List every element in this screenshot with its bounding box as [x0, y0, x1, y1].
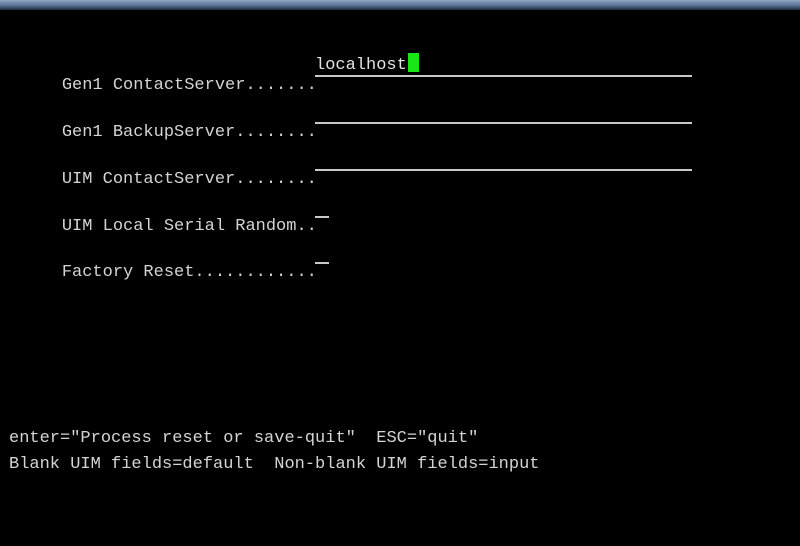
uim-local-serial-random-input[interactable] [315, 194, 329, 218]
text-cursor [407, 53, 419, 72]
uim-contact-server-label: UIM ContactServer........ [61, 170, 317, 189]
form-row-uim-local-serial-random: UIM Local Serial Random.. [21, 194, 329, 236]
gen1-contact-server-label: Gen1 ContactServer....... [61, 76, 317, 95]
factory-reset-label: Factory Reset............ [61, 263, 317, 282]
form-row-uim-contact-server: UIM ContactServer........ [21, 147, 692, 189]
gen1-backup-server-label: Gen1 BackupServer........ [61, 123, 317, 142]
form-row-gen1-backup-server: Gen1 BackupServer........ [21, 100, 692, 142]
gen1-contact-server-input[interactable]: localhost [315, 53, 692, 77]
factory-reset-input[interactable] [315, 240, 329, 264]
gen1-backup-server-input[interactable] [315, 100, 692, 124]
help-line-keys: enter="Process reset or save-quit" ESC="… [9, 429, 479, 448]
terminal-screen: Gen1 ContactServer....... localhost Gen1… [0, 0, 800, 546]
uim-local-serial-random-label: UIM Local Serial Random.. [61, 217, 317, 236]
uim-contact-server-input[interactable] [315, 147, 692, 171]
window-title-bar [0, 0, 800, 10]
help-line-uim-fields: Blank UIM fields=default Non-blank UIM f… [9, 455, 540, 474]
form-row-gen1-contact-server: Gen1 ContactServer....... localhost [21, 53, 692, 95]
gen1-contact-server-value: localhost [315, 56, 407, 75]
form-row-factory-reset: Factory Reset............ [21, 240, 329, 282]
